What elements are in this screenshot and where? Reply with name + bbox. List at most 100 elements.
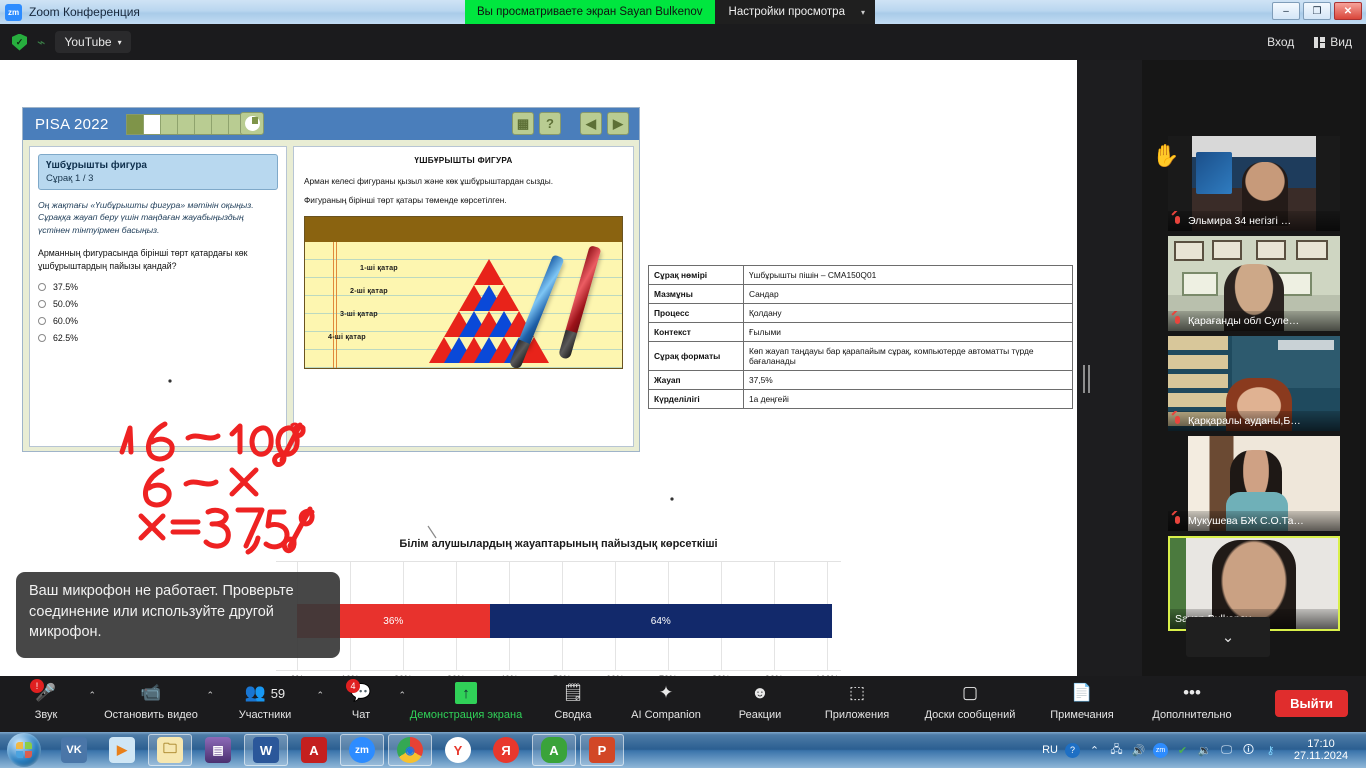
view-settings-label: Настройки просмотра: [728, 6, 845, 18]
chat-bubble-icon: 💬 4: [346, 679, 372, 704]
calculator-icon[interactable]: ▦: [512, 112, 534, 135]
progress-bar: [126, 114, 247, 135]
zoom-icon: zm: [349, 737, 375, 763]
toolbar-item-share-screen[interactable]: ↑ Демонстрация экрана: [402, 682, 530, 721]
table-value: Үшбұрышты пішін – CMA150Q01: [743, 265, 1073, 285]
toolbar-item-ai-companion[interactable]: ✦ AI Companion: [616, 682, 716, 721]
radio-button-icon[interactable]: [38, 282, 46, 291]
maximize-button[interactable]: ❐: [1303, 2, 1331, 20]
taskbar-item-antivirus[interactable]: A: [532, 734, 576, 766]
taskbar-item-winrar[interactable]: ▤: [196, 734, 240, 766]
answer-option[interactable]: 37.5%: [38, 282, 278, 292]
update-icon[interactable]: ✔: [1175, 743, 1190, 758]
layout-view-icon: [1314, 36, 1326, 48]
toolbar-item-participants[interactable]: 👥 59 Участники ⌃: [210, 682, 324, 721]
view-settings-button[interactable]: Настройки просмотра ▾: [714, 0, 875, 24]
login-label: Вход: [1267, 35, 1295, 49]
taskbar-clock[interactable]: 17:10 27.11.2024: [1282, 732, 1360, 768]
chart-title: Білім алушылардың жауаптарының пайыздық …: [399, 538, 718, 550]
toolbar-item-more[interactable]: ••• Дополнительно: [1134, 682, 1250, 721]
timer-icon[interactable]: [240, 112, 264, 135]
vk-icon: VK: [61, 737, 87, 763]
youtube-stream-button[interactable]: YouTube ▾: [55, 31, 131, 53]
toolbar-item-audio[interactable]: 🎤! Звук ⌃: [0, 679, 96, 721]
answer-option[interactable]: 60.0%: [38, 316, 278, 326]
toolbar-label: Доски сообщений: [924, 709, 1016, 721]
radio-button-icon[interactable]: [38, 333, 46, 342]
info-icon[interactable]: 🛈: [1241, 743, 1256, 758]
video-camera-icon: 📹: [140, 683, 162, 702]
table-key: Мазмұны: [648, 284, 744, 304]
triangle-figure-image: 1-ші қатар 2-ші қатар 3-ші қатар 4-ші қа…: [304, 216, 623, 369]
key-icon[interactable]: ⚷: [1263, 743, 1278, 758]
instructions-text: Оң жақтағы «Үшбұрышты фигура» мәтінін оқ…: [38, 200, 254, 235]
toolbar-item-apps[interactable]: ⬚ Приложения: [804, 682, 910, 721]
taskbar-item-yandex-browser[interactable]: Y: [436, 734, 480, 766]
toolbar-label: AI Companion: [631, 709, 701, 721]
start-button[interactable]: [2, 733, 46, 767]
toolbar-item-whiteboards[interactable]: ▢ Доски сообщений: [910, 682, 1030, 721]
taskbar-item-zoom[interactable]: zm: [340, 734, 384, 766]
next-icon[interactable]: ▶: [607, 112, 629, 135]
whiteboard-icon: ▢: [961, 683, 979, 702]
table-key: Сұрақ форматы: [648, 341, 744, 371]
clock-time: 17:10: [1307, 738, 1335, 750]
chevron-down-icon: ▾: [860, 7, 865, 17]
share-screen-icon: ↑: [455, 682, 477, 704]
taskbar-item-powerpoint[interactable]: P: [580, 734, 624, 766]
table-key: Контекст: [648, 322, 744, 342]
taskbar-item-word[interactable]: W: [244, 734, 288, 766]
participant-tile[interactable]: Қарқаралы ауданы,Б…: [1168, 336, 1340, 431]
volume-icon[interactable]: 🔊: [1131, 743, 1146, 758]
zoom-tray-icon[interactable]: zm: [1153, 742, 1168, 758]
toolbar-item-reactions[interactable]: ☻ Реакции: [716, 682, 804, 721]
show-hidden-icon[interactable]: ⌃: [1087, 743, 1102, 758]
panel-divider[interactable]: [1077, 60, 1142, 676]
security-shield-icon[interactable]: [12, 33, 27, 51]
leave-meeting-button[interactable]: Выйти: [1275, 690, 1348, 717]
raised-hand-icon: ✋: [1152, 143, 1180, 168]
help-icon[interactable]: ?: [539, 112, 561, 135]
participant-tile[interactable]: Эльмира 34 негізгі …: [1168, 136, 1340, 231]
mic-muted-icon: [1173, 415, 1183, 427]
previous-icon[interactable]: ◀: [580, 112, 602, 135]
participant-tile[interactable]: Қарағанды обл Суле…: [1168, 236, 1340, 331]
toolbar-item-notes[interactable]: 📄 Примечания: [1030, 682, 1134, 721]
question-header-box: Үшбұрышты фигура Сұрақ 1 / 3: [38, 154, 278, 190]
language-indicator[interactable]: RU: [1042, 744, 1058, 756]
view-button[interactable]: Вид: [1314, 35, 1352, 49]
help-icon[interactable]: ?: [1065, 742, 1080, 758]
participant-tile[interactable]: Мукушева БЖ С.О.Та…: [1168, 436, 1340, 531]
row-label: 4-ші қатар: [328, 332, 366, 341]
drag-handle-icon[interactable]: [1083, 365, 1091, 393]
taskbar-item-adobe-reader[interactable]: A: [292, 734, 336, 766]
minimize-button[interactable]: –: [1272, 2, 1300, 20]
close-button[interactable]: ✕: [1334, 2, 1362, 20]
results-chart: Білім алушылардың жауаптарының пайыздық …: [276, 538, 841, 676]
radio-button-icon[interactable]: [38, 316, 46, 325]
taskbar-item-media-player[interactable]: ▶: [100, 734, 144, 766]
microphone-icon: 🎤!: [30, 679, 57, 704]
taskbar-item-chrome[interactable]: ◉: [388, 734, 432, 766]
taskbar-item-vk[interactable]: VK: [52, 734, 96, 766]
mic-muted-icon: [1173, 515, 1183, 527]
stimulus-para-2: Фигураның бірінші төрт қатары төменде кө…: [304, 195, 507, 205]
adobe-reader-icon: A: [301, 737, 327, 763]
toolbar-item-video[interactable]: 📹 Остановить видео ⌃: [92, 682, 214, 721]
answer-option[interactable]: 50.0%: [38, 299, 278, 309]
display-icon[interactable]: 🖵: [1219, 743, 1234, 758]
login-button[interactable]: Вход: [1267, 35, 1294, 49]
table-value: Ғылыми: [743, 322, 1073, 342]
toolbar-item-chat[interactable]: 💬 4 Чат ⌃: [320, 679, 406, 721]
roster-scroll-down-button[interactable]: ⌄: [1186, 617, 1270, 657]
answer-option[interactable]: 62.5%: [38, 333, 278, 343]
sparkle-icon: ✦: [658, 683, 674, 702]
radio-button-icon[interactable]: [38, 299, 46, 308]
antivirus-icon: A: [541, 737, 567, 763]
taskbar-item-explorer[interactable]: 🗀: [148, 734, 192, 766]
share-notice: Вы просматриваете экран Sayan Bulkenov: [465, 0, 715, 24]
toolbar-item-summary[interactable]: 🗒 Сводка: [530, 682, 616, 721]
sound-icon[interactable]: 🔉: [1197, 743, 1212, 758]
network-icon[interactable]: 🖧: [1109, 743, 1124, 758]
taskbar-item-yandex[interactable]: Я: [484, 734, 528, 766]
